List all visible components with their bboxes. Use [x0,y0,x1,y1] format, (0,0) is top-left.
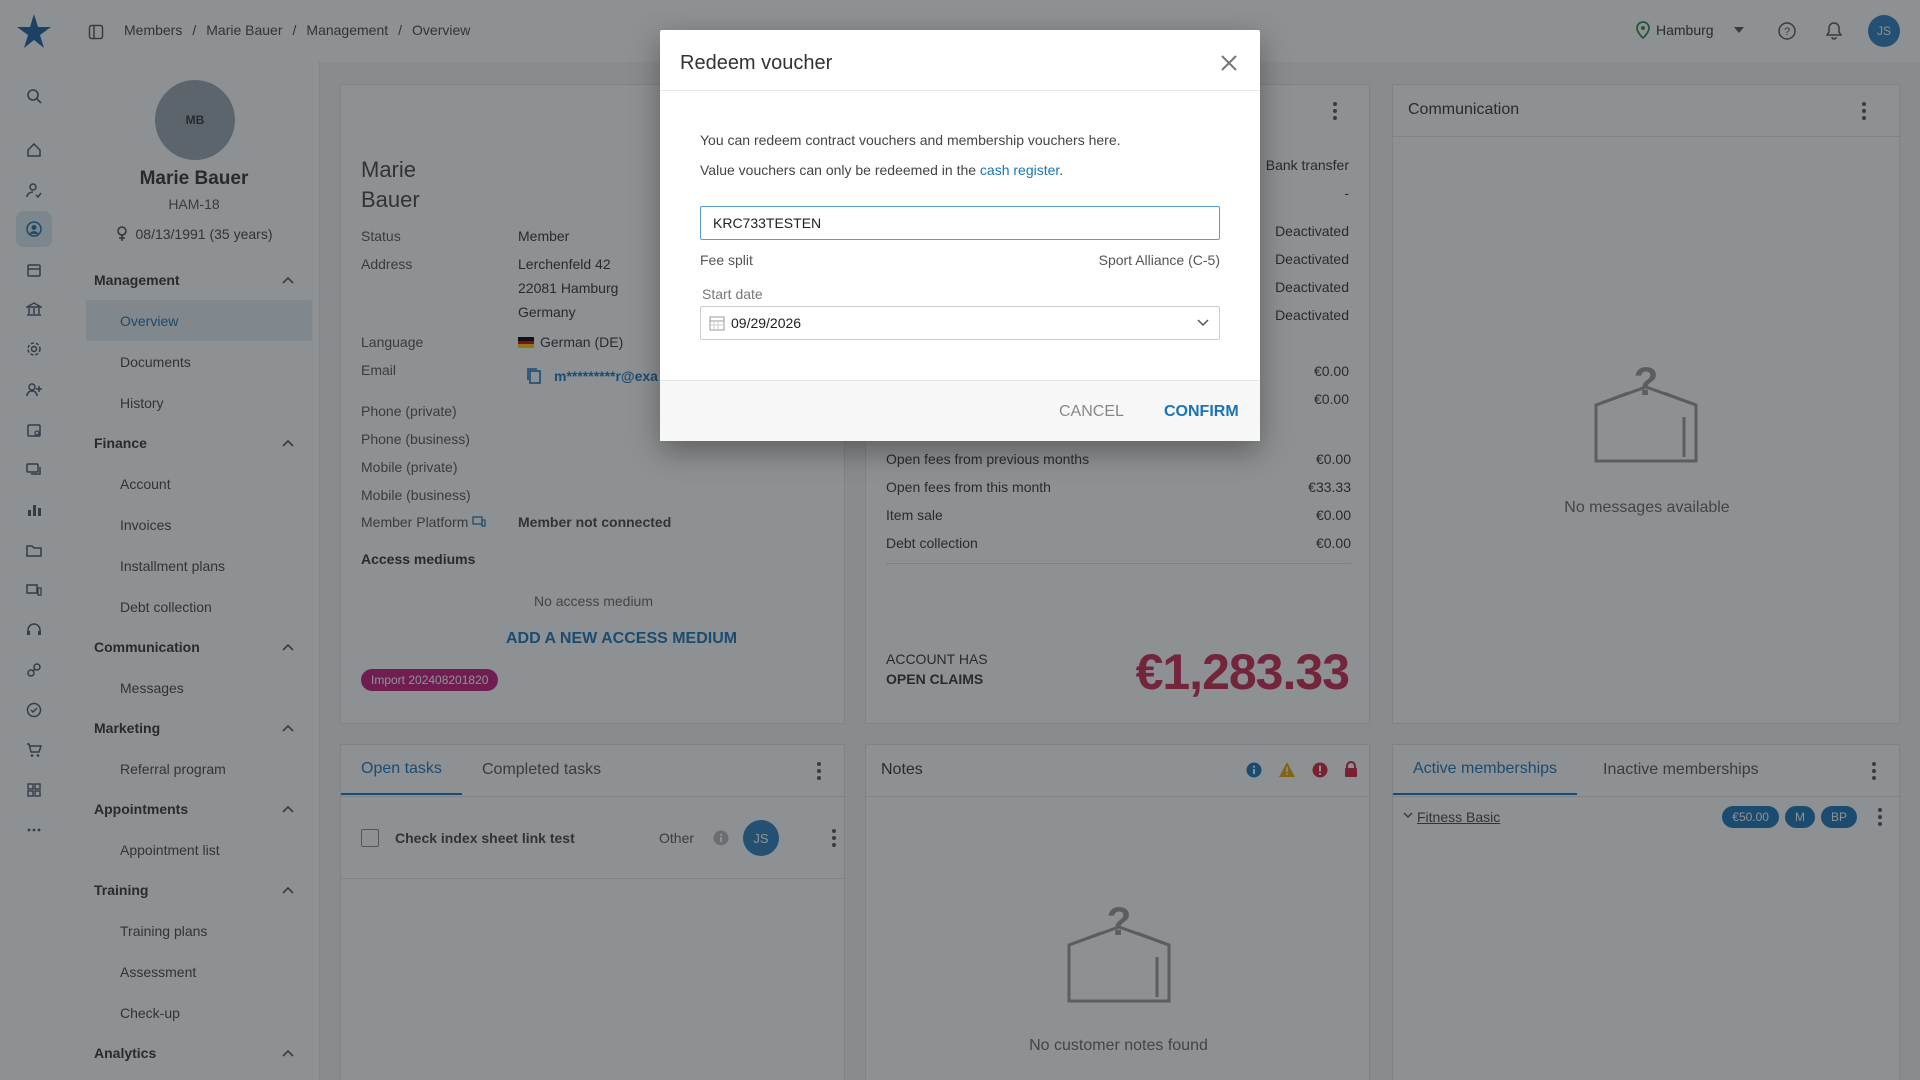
divider [660,90,1260,91]
info-2-prefix: Value vouchers can only be redeemed in t… [700,162,977,178]
calendar-icon[interactable] [709,315,725,331]
start-date-value: 09/29/2026 [731,315,802,331]
voucher-code-value: KRC733TESTEN [713,215,822,231]
cancel-button[interactable]: CANCEL [1059,403,1124,421]
confirm-button[interactable]: CONFIRM [1164,403,1239,421]
chevron-down-icon[interactable] [1197,319,1209,327]
dialog-footer: CANCEL CONFIRM [660,380,1260,441]
cash-register-link[interactable]: cash register [980,162,1059,178]
fee-split-value: Sport Alliance (C-5) [1098,252,1220,268]
voucher-code-input[interactable]: KRC733TESTEN [700,206,1220,240]
start-date-label: Start date [702,286,763,302]
dialog-title: Redeem voucher [680,52,833,74]
start-date-field[interactable]: 09/29/2026 [700,306,1220,340]
info-2-suffix: . [1059,162,1064,178]
close-icon[interactable] [1220,54,1238,72]
dialog-info-1: You can redeem contract vouchers and mem… [700,132,1121,148]
redeem-voucher-dialog: Redeem voucher You can redeem contract v… [660,30,1260,441]
fee-split-label: Fee split [700,252,753,268]
dialog-info-2: Value vouchers can only be redeemed in t… [700,162,1063,178]
